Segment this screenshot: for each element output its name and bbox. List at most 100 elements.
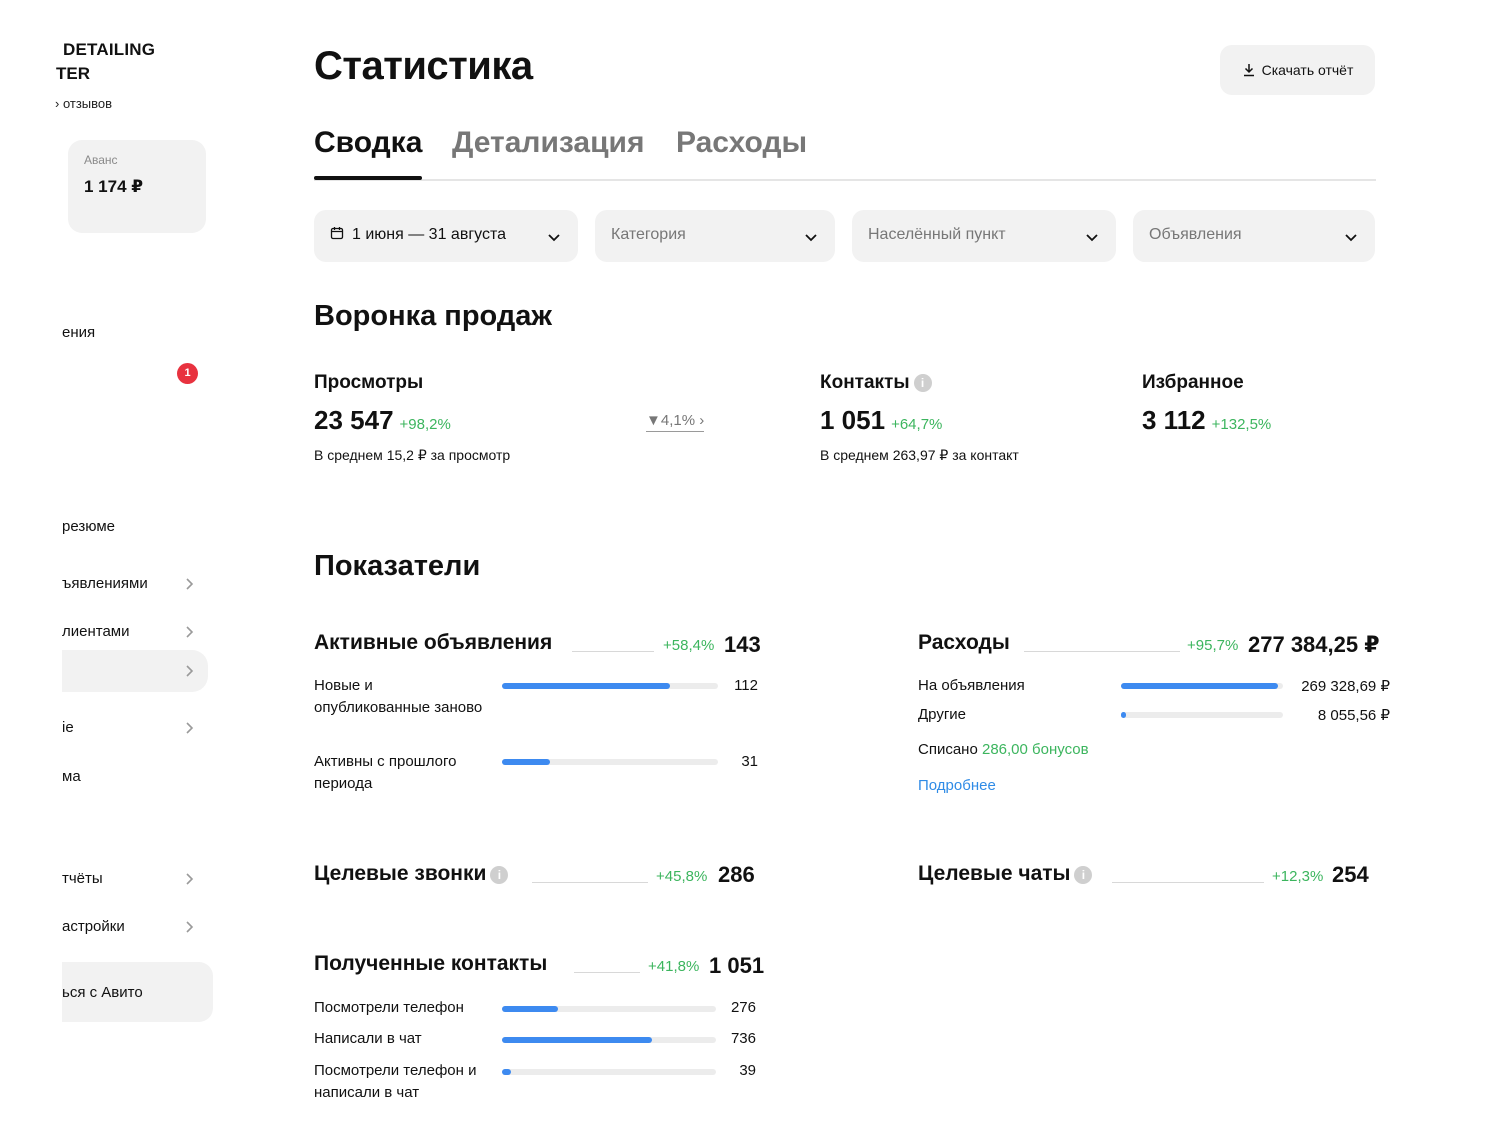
chevron-right-icon bbox=[186, 873, 194, 885]
sidebar-item-label: лиентами bbox=[62, 623, 130, 640]
indicators-title: Показатели bbox=[314, 550, 481, 582]
progress-fill bbox=[1121, 683, 1279, 689]
chevron-down-icon bbox=[1086, 234, 1098, 242]
divider bbox=[572, 651, 654, 652]
progress-bar bbox=[1121, 712, 1283, 718]
written-prefix: Списано bbox=[918, 741, 978, 758]
download-report-button[interactable]: Скачать отчёт bbox=[1220, 45, 1375, 95]
contact-avito-button[interactable]: ься с Авито bbox=[62, 962, 213, 1022]
divider bbox=[532, 882, 648, 883]
period-select[interactable]: 1 июня — 31 августа bbox=[314, 210, 578, 262]
expenses-delta: +95,7% bbox=[1187, 637, 1239, 654]
sidebar-item-settings[interactable]: астройки bbox=[0, 908, 210, 948]
sidebar-item-ads-management[interactable]: ъявлениями bbox=[0, 565, 210, 605]
active-ads-row-label: Новые и опубликованные заново bbox=[314, 677, 483, 716]
received-contacts-row-value: 39 bbox=[739, 1062, 756, 1079]
category-select[interactable]: Категория bbox=[595, 210, 835, 262]
received-contacts-row-label: Написали в чат bbox=[314, 1030, 422, 1047]
views-sub: В среднем 15,2 ₽ за просмотр bbox=[314, 447, 511, 463]
chevron-down-icon bbox=[805, 234, 817, 242]
favorites-number: 3 112 bbox=[1142, 405, 1206, 435]
contacts-value: 1 051 +64,7% bbox=[820, 405, 942, 436]
received-contacts-delta: +41,8% bbox=[648, 958, 700, 975]
expenses-total: 277 384,25 ₽ bbox=[1248, 632, 1380, 657]
tab-expenses[interactable]: Расходы bbox=[676, 126, 807, 160]
received-contacts-row-label: Посмотрели телефон bbox=[314, 999, 464, 1016]
bonuses-written-off: Списано 286,00 бонусов bbox=[918, 741, 1089, 758]
period-text: 1 июня — 31 августа bbox=[352, 226, 507, 243]
reviews-link[interactable]: › отзывов bbox=[55, 96, 112, 111]
brand-name-line2: TER bbox=[56, 64, 90, 83]
contacts-delta: +64,7% bbox=[891, 416, 943, 433]
divider bbox=[574, 972, 640, 973]
sidebar-item-notifications[interactable]: ения bbox=[0, 314, 210, 354]
sidebar-item-label: тчёты bbox=[62, 870, 103, 887]
sidebar-item-reports[interactable]: тчёты bbox=[0, 860, 210, 900]
received-contacts-row-label: Посмотрели телефон и написали в чат bbox=[314, 1062, 477, 1101]
category-select-placeholder: Категория bbox=[611, 226, 686, 243]
target-chats-total: 254 bbox=[1332, 862, 1369, 887]
progress-fill bbox=[1121, 712, 1126, 718]
target-calls-title: Целевые звонки i bbox=[314, 862, 509, 886]
sidebar-item-label: астройки bbox=[62, 918, 125, 935]
tab-summary[interactable]: Сводка bbox=[314, 126, 422, 160]
chevron-right-icon bbox=[186, 578, 194, 590]
expenses-row-value: 269 328,69 ₽ bbox=[1301, 678, 1390, 695]
views-number: 23 547 bbox=[314, 405, 394, 435]
download-icon bbox=[1243, 64, 1254, 77]
expenses-row-label: На объявления bbox=[918, 677, 1025, 694]
chevron-right-icon bbox=[186, 626, 194, 638]
contacts-label: Контакты i bbox=[820, 372, 932, 394]
received-contacts-total: 1 051 bbox=[709, 953, 765, 978]
received-contacts-row-value: 276 bbox=[730, 999, 756, 1016]
target-calls-title-text: Целевые звонки bbox=[314, 862, 487, 885]
period-select-value: 1 июня — 31 августа bbox=[330, 226, 506, 244]
sidebar-item-ma[interactable]: ма bbox=[0, 758, 210, 798]
progress-fill bbox=[502, 1006, 558, 1012]
more-details-link[interactable]: Подробнее bbox=[918, 777, 996, 794]
chevron-right-icon bbox=[186, 722, 194, 734]
progress-bar bbox=[502, 759, 718, 765]
calendar-icon bbox=[330, 227, 344, 240]
favorites-label: Избранное bbox=[1142, 372, 1244, 393]
written-value: 286,00 бонусов bbox=[981, 741, 1089, 758]
tab-details[interactable]: Детализация bbox=[452, 126, 645, 160]
progress-fill bbox=[502, 759, 550, 765]
contact-avito-label: ься с Авито bbox=[62, 984, 143, 1001]
active-ads-row-label: Активны с прошлого периода bbox=[314, 753, 457, 792]
chevron-down-icon bbox=[548, 234, 560, 242]
sidebar-item-active[interactable] bbox=[62, 650, 208, 692]
sidebar-item-label: ения bbox=[62, 324, 96, 341]
divider bbox=[1024, 651, 1180, 652]
sidebar-item-clients[interactable]: лиентами bbox=[0, 613, 210, 653]
progress-bar bbox=[502, 1037, 716, 1043]
info-icon[interactable]: i bbox=[913, 374, 932, 392]
progress-fill bbox=[502, 1037, 652, 1043]
views-label: Просмотры bbox=[314, 372, 424, 393]
contacts-number: 1 051 bbox=[820, 405, 886, 435]
views-value: 23 547 +98,2% bbox=[314, 405, 451, 436]
sidebar-item-label: ъявлениями bbox=[62, 575, 148, 592]
expenses-row-label: Другие bbox=[918, 706, 967, 723]
progress-fill bbox=[502, 683, 671, 689]
ads-select[interactable]: Объявления bbox=[1133, 210, 1375, 262]
sidebar-item-resume[interactable]: резюме bbox=[0, 508, 210, 548]
download-report-label: Скачать отчёт bbox=[1261, 62, 1354, 78]
progress-bar bbox=[502, 683, 718, 689]
info-icon[interactable]: i bbox=[490, 866, 509, 884]
location-select-placeholder: Населённый пункт bbox=[868, 226, 1006, 243]
avans-card[interactable]: Аванс 1 174 ₽ bbox=[68, 140, 206, 233]
favorites-delta: +132,5% bbox=[1211, 416, 1272, 433]
progress-bar bbox=[502, 1069, 716, 1075]
info-icon[interactable]: i bbox=[1074, 866, 1093, 884]
expenses-title: Расходы bbox=[918, 631, 1010, 654]
chevron-down-icon bbox=[1345, 234, 1357, 242]
views-trend-link[interactable]: ▼4,1% › bbox=[646, 412, 705, 432]
chevron-right-icon bbox=[186, 665, 194, 677]
location-select[interactable]: Населённый пункт bbox=[852, 210, 1116, 262]
target-calls-delta: +45,8% bbox=[656, 868, 708, 885]
sidebar-item-ie[interactable]: ie bbox=[0, 709, 210, 749]
active-ads-title: Активные объявления bbox=[314, 631, 553, 654]
received-contacts-row-value: 736 bbox=[730, 1030, 756, 1047]
avans-label: Аванс bbox=[84, 153, 118, 167]
